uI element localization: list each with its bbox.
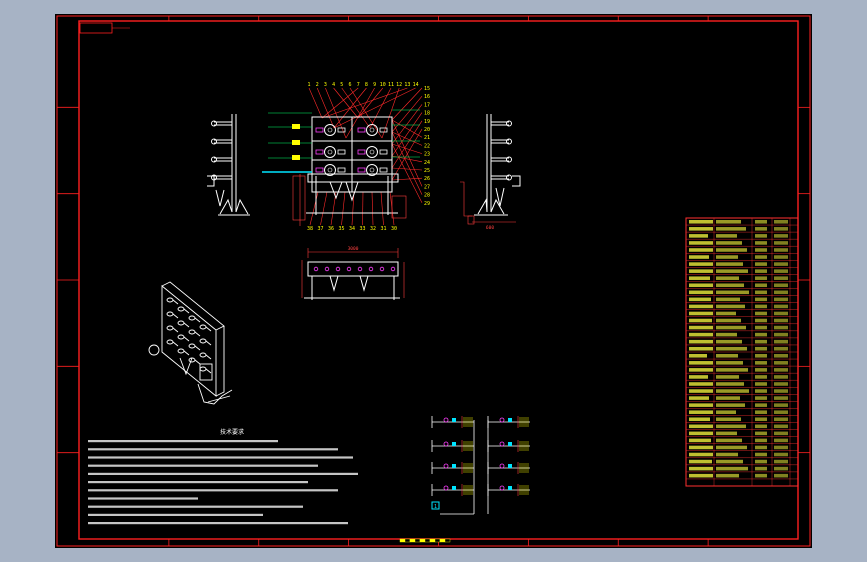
callout-label: 27 [424,184,430,190]
callout-label: 37 [317,226,323,232]
callout-label: 6 [348,82,351,88]
callout-label: 23 [424,152,430,158]
callout-label: 19 [424,119,430,125]
callout-label: 21 [424,135,430,141]
notes-heading: 技术要求 [220,428,244,436]
callout-label: 8 [365,82,368,88]
callout-label: 7 [357,82,360,88]
callout-label: 38 [307,226,313,232]
callout-label: 13 [404,82,410,88]
cad-drawing-canvas[interactable]: 1 2 3 4 5 6 7 8 9 10 11 12 13 14 15161718192021222324… [0,0,867,562]
plan-dimension: 3000 [348,246,359,252]
callout-label: 2 [316,82,319,88]
callout-label: 5 [340,82,343,88]
side-dimension: 600 [486,225,494,231]
callout-label: 31 [380,226,386,232]
callout-label: 24 [424,160,430,166]
callout-label: 1 [307,82,310,88]
callout-label: 15 [424,86,430,92]
callout-label: 16 [424,94,430,100]
callout-label: 18 [424,111,430,117]
callout-label: 9 [373,82,376,88]
scale-bar [399,538,451,543]
callout-label: 36 [328,226,334,232]
callout-label: 26 [424,176,430,182]
callout-label: 3 [324,82,327,88]
callouts-right: 15 16 17 18 19 20 21 22 23 24 25 26 27 28 29 [424,86,430,207]
callout-label: 22 [424,143,430,149]
callout-label: 35 [338,226,344,232]
callout-label: 14 [413,82,419,88]
callout-label: 33 [359,226,365,232]
callout-label: 30 [391,226,397,232]
callout-label: 32 [370,226,376,232]
callouts-bottom: 38 37 36 35 34 33 32 31 30 [307,226,397,232]
callout-label: 25 [424,168,430,174]
callout-label: 20 [424,127,430,133]
callout-label: 11 [388,82,394,88]
callout-label: 10 [380,82,386,88]
callout-label: 4 [332,82,335,88]
callout-label: 34 [349,226,355,232]
callout-label: 17 [424,102,430,108]
callout-label: 29 [424,201,430,207]
callout-label: 12 [396,82,402,88]
callout-label: 28 [424,193,430,199]
detail-marker: 1 [434,504,437,510]
